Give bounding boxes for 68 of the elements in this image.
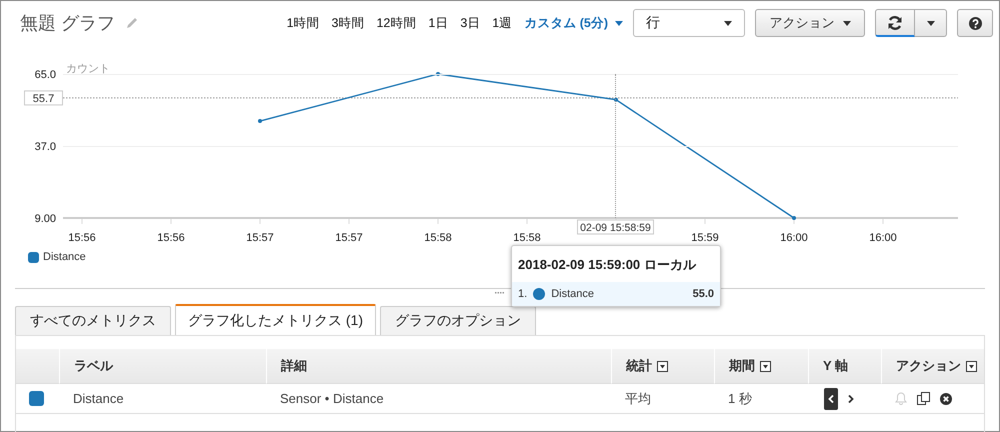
time-range-link[interactable]: 12時間 — [376, 14, 416, 32]
color-swatch[interactable] — [29, 391, 44, 406]
y-tick-label: 65.0 — [34, 69, 56, 81]
x-tick-label: 16:00 — [780, 232, 808, 244]
chevron-left-icon — [828, 394, 834, 402]
column-header[interactable]: 期間 — [714, 349, 808, 384]
x-tick-label: 15:56 — [68, 232, 96, 244]
time-range-link[interactable]: 1時間 — [286, 14, 320, 32]
left-axis-toggle[interactable] — [824, 388, 838, 410]
graph-title: 無題 グラフ — [20, 12, 116, 35]
details-cell: Sensor • Distance — [280, 391, 384, 406]
help-button[interactable] — [957, 9, 993, 37]
pencil-icon — [125, 16, 140, 30]
resize-grip-icon[interactable] — [495, 292, 504, 295]
statistic-cell: 平均 — [625, 390, 651, 408]
crosshair-time-label: 02-09 15:58:59 — [577, 220, 654, 234]
column-header[interactable]: Y 軸 — [808, 349, 881, 384]
dropdown-icon[interactable] — [657, 360, 668, 372]
x-tick-label: 15:57 — [335, 232, 363, 244]
view-select[interactable]: 行 — [633, 9, 745, 37]
x-tick-label: 15:59 — [691, 232, 719, 244]
x-tick-label: 15:56 — [157, 232, 185, 244]
help-icon — [968, 16, 982, 30]
time-range-link[interactable]: 1週 — [492, 14, 512, 32]
column-header[interactable]: アクション — [881, 349, 984, 384]
y-axis-label: カウント — [66, 63, 110, 75]
y-tick-label: 37.0 — [34, 141, 56, 153]
refresh-button[interactable] — [875, 9, 915, 37]
chevron-right-icon — [848, 394, 854, 402]
data-point — [436, 72, 440, 76]
y-tick-label: 9.00 — [34, 213, 56, 225]
x-tick-label: 16:00 — [869, 232, 897, 244]
ref-line-label: 55.7 — [32, 92, 54, 105]
time-range-link[interactable]: 3時間 — [332, 14, 364, 32]
column-header[interactable]: 統計 — [611, 349, 714, 384]
refresh-icon — [887, 14, 903, 30]
x-tick-label: 15:58 — [424, 232, 452, 244]
caret-icon — [615, 20, 623, 26]
data-point — [258, 119, 262, 124]
tab[interactable]: すべてのメトリクス — [15, 306, 171, 335]
remove-icon[interactable] — [940, 392, 952, 404]
dropdown-icon[interactable] — [760, 360, 771, 372]
caret-icon — [926, 20, 934, 26]
time-range-link[interactable]: カスタム (5分) — [524, 14, 623, 32]
legend-label: Distance — [43, 251, 86, 263]
x-tick-label: 15:57 — [246, 232, 274, 244]
column-header[interactable]: ラベル — [59, 349, 266, 384]
tab[interactable]: グラフのオプション — [380, 306, 536, 335]
column-header[interactable]: 詳細 — [266, 349, 611, 384]
x-tick-label: 15:58 — [513, 232, 541, 244]
tooltip-index: 1. — [518, 288, 528, 300]
label-cell[interactable]: Distance — [73, 391, 124, 406]
copy-icon[interactable] — [917, 392, 930, 405]
caret-icon — [724, 20, 732, 26]
tab[interactable]: グラフ化したメトリクス (1) — [175, 304, 376, 335]
tooltip-series-name: Distance — [551, 288, 594, 300]
dropdown-icon[interactable] — [966, 360, 977, 372]
data-point — [792, 216, 796, 220]
crosshair-value-label: 55.7 — [24, 90, 63, 106]
data-point — [614, 98, 618, 102]
actions-button[interactable]: アクション — [755, 9, 865, 37]
tooltip-title: 2018-02-09 15:59:00 ローカル — [517, 256, 698, 274]
period-cell: 1 秒 — [728, 390, 752, 408]
caret-icon — [842, 20, 850, 26]
refresh-menu-button[interactable] — [915, 9, 947, 37]
tooltip-value: 55.0 — [692, 288, 714, 300]
time-range-link[interactable]: 1日 — [428, 14, 448, 32]
time-range-link[interactable]: 3日 — [460, 14, 480, 32]
